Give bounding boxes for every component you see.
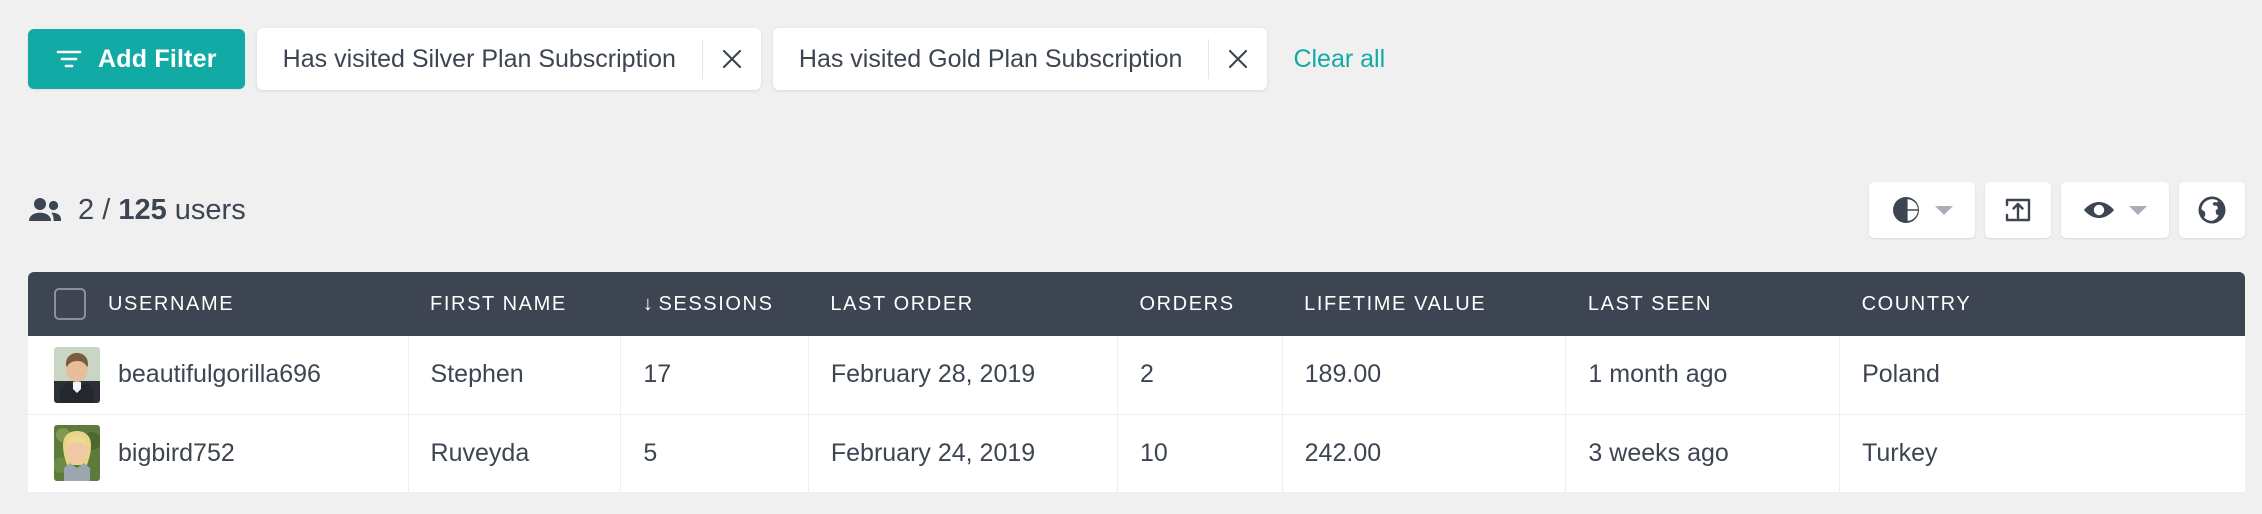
column-header-label: USERNAME — [108, 292, 235, 315]
cell-country: Turkey — [1839, 414, 2245, 493]
globe-icon — [2197, 195, 2227, 225]
column-header-first-name[interactable]: FIRST NAME — [408, 272, 621, 336]
column-header-last-seen[interactable]: LAST SEEN — [1566, 272, 1840, 336]
cell-first-name: Ruveyda — [408, 414, 622, 493]
table-header-row: USERNAME FIRST NAME ↓ SESSIONS LAST ORDER… — [28, 272, 2245, 336]
column-header-label: LIFETIME VALUE — [1304, 292, 1487, 315]
filter-pill-label: Has visited Silver Plan Subscription — [282, 44, 676, 73]
table-row[interactable]: beautifulgorilla696 Stephen 17 February … — [28, 336, 2245, 415]
filter-bar: Add Filter Has visited Silver Plan Subsc… — [28, 28, 1385, 90]
user-count-text: 2 / 125 users — [78, 194, 246, 227]
column-header-label: LAST ORDER — [830, 292, 974, 315]
cell-first-name: Stephen — [408, 336, 622, 415]
export-button[interactable] — [1985, 182, 2051, 238]
cell-last-seen: 1 month ago — [1565, 336, 1841, 415]
filter-pill-label: Has visited Gold Plan Subscription — [798, 44, 1183, 73]
sort-descending-icon: ↓ — [642, 292, 655, 315]
people-icon — [28, 197, 62, 223]
export-icon — [2003, 195, 2033, 225]
cell-last-seen: 3 weeks ago — [1565, 414, 1841, 493]
user-count-summary: 2 / 125 users — [28, 180, 246, 240]
column-header-sessions[interactable]: ↓ SESSIONS — [621, 272, 808, 336]
users-list-page: Add Filter Has visited Silver Plan Subsc… — [0, 0, 2262, 514]
cell-username[interactable]: beautifulgorilla696 — [28, 336, 409, 415]
cell-orders: 2 — [1117, 336, 1283, 415]
avatar — [54, 425, 100, 481]
cell-lifetime-value: 189.00 — [1282, 336, 1567, 415]
column-header-label: ORDERS — [1139, 292, 1235, 315]
clear-all-link[interactable]: Clear all — [1293, 45, 1385, 74]
pie-chart-icon — [1891, 195, 1921, 225]
filter-pill-silver[interactable]: Has visited Silver Plan Subscription — [256, 28, 761, 90]
cell-sessions: 17 — [620, 336, 809, 415]
count-separator: / — [102, 193, 111, 226]
filter-pill-gold[interactable]: Has visited Gold Plan Subscription — [772, 28, 1268, 90]
chevron-down-icon — [2129, 205, 2147, 215]
column-header-label: COUNTRY — [1861, 292, 1972, 315]
column-header-orders[interactable]: ORDERS — [1117, 272, 1282, 336]
selected-count: 2 — [78, 193, 95, 226]
total-count: 125 — [118, 193, 167, 226]
cell-last-order: February 24, 2019 — [808, 414, 1118, 493]
add-filter-label: Add Filter — [98, 44, 217, 73]
column-header-label: LAST SEEN — [1587, 292, 1712, 315]
globe-button[interactable] — [2179, 182, 2245, 238]
eye-icon — [2083, 198, 2115, 222]
close-icon[interactable] — [1209, 28, 1267, 90]
table-row[interactable]: bigbird752 Ruveyda 5 February 24, 2019 1… — [28, 414, 2245, 493]
cell-country: Poland — [1839, 336, 2245, 415]
add-filter-button[interactable]: Add Filter — [28, 29, 245, 89]
table-toolbar — [1869, 182, 2245, 238]
cell-lifetime-value: 242.00 — [1282, 414, 1567, 493]
chevron-down-icon — [1935, 205, 1953, 215]
cell-last-order: February 28, 2019 — [808, 336, 1118, 415]
count-unit: users — [174, 193, 246, 226]
column-header-username[interactable]: USERNAME — [28, 272, 408, 336]
avatar — [54, 346, 100, 403]
column-header-last-order[interactable]: LAST ORDER — [808, 272, 1117, 336]
cell-orders: 10 — [1117, 414, 1283, 493]
column-header-lifetime-value[interactable]: LIFETIME VALUE — [1282, 272, 1566, 336]
users-table: USERNAME FIRST NAME ↓ SESSIONS LAST ORDER… — [28, 272, 2245, 493]
column-header-country[interactable]: COUNTRY — [1840, 272, 2245, 336]
chart-button[interactable] — [1869, 182, 1975, 238]
close-icon[interactable] — [703, 28, 761, 90]
column-header-label: SESSIONS — [658, 292, 774, 315]
visibility-button[interactable] — [2061, 182, 2169, 238]
select-all-checkbox[interactable] — [54, 288, 86, 320]
cell-username[interactable]: bigbird752 — [28, 414, 409, 493]
username-text: bigbird752 — [118, 438, 235, 467]
cell-sessions: 5 — [620, 414, 809, 493]
username-text: beautifulgorilla696 — [118, 360, 321, 389]
funnel-icon — [56, 48, 82, 70]
column-header-label: FIRST NAME — [430, 292, 567, 315]
